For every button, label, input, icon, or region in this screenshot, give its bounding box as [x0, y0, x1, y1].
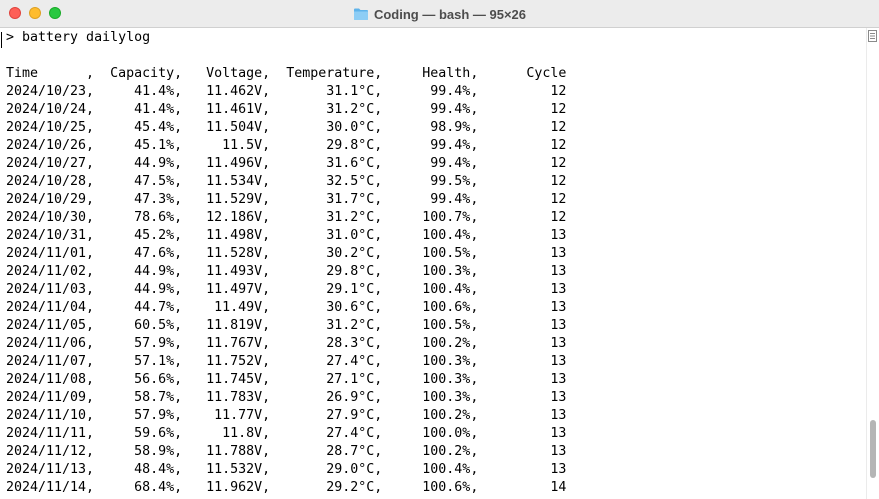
- table-row: 2024/11/02, 44.9%, 11.493V, 29.8°C, 100.…: [6, 264, 567, 279]
- terminal-window: Coding — bash — 95×26 > battery dailylog…: [0, 0, 879, 499]
- table-row: 2024/11/13, 48.4%, 11.532V, 29.0°C, 100.…: [6, 462, 567, 477]
- folder-icon: [353, 6, 369, 22]
- table-row: 2024/10/26, 45.1%, 11.5V, 29.8°C, 99.4%,…: [6, 138, 567, 153]
- window-title-group: Coding — bash — 95×26: [0, 0, 879, 28]
- table-row: 2024/10/31, 45.2%, 11.498V, 31.0°C, 100.…: [6, 228, 567, 243]
- vertical-scrollbar[interactable]: [866, 28, 879, 499]
- marks-icon[interactable]: [868, 30, 877, 42]
- table-row: 2024/10/24, 41.4%, 11.461V, 31.2°C, 99.4…: [6, 102, 567, 117]
- table-row: 2024/11/01, 47.6%, 11.528V, 30.2°C, 100.…: [6, 246, 567, 261]
- window-title: Coding — bash — 95×26: [373, 6, 527, 22]
- prompt: >: [6, 30, 23, 45]
- prompt-marker: [1, 32, 2, 48]
- table-row: 2024/11/06, 57.9%, 11.767V, 28.3°C, 100.…: [6, 336, 567, 351]
- table-header: Time , Capacity, Voltage, Temperature, H…: [6, 66, 567, 81]
- table-row: 2024/11/10, 57.9%, 11.77V, 27.9°C, 100.2…: [6, 408, 567, 423]
- table-row: 2024/10/29, 47.3%, 11.529V, 31.7°C, 99.4…: [6, 192, 567, 207]
- table-row: 2024/11/09, 58.7%, 11.783V, 26.9°C, 100.…: [6, 390, 567, 405]
- command-text: battery dailylog: [22, 30, 151, 45]
- title-bar[interactable]: Coding — bash — 95×26: [0, 0, 879, 28]
- table-row: 2024/10/30, 78.6%, 12.186V, 31.2°C, 100.…: [6, 210, 567, 225]
- table-row: 2024/11/14, 68.4%, 11.962V, 29.2°C, 100.…: [6, 480, 567, 495]
- table-row: 2024/10/27, 44.9%, 11.496V, 31.6°C, 99.4…: [6, 156, 567, 171]
- table-row: 2024/11/07, 57.1%, 11.752V, 27.4°C, 100.…: [6, 354, 567, 369]
- table-row: 2024/10/25, 45.4%, 11.504V, 30.0°C, 98.9…: [6, 120, 567, 135]
- table-row: 2024/11/12, 58.9%, 11.788V, 28.7°C, 100.…: [6, 444, 567, 459]
- table-row: 2024/11/08, 56.6%, 11.745V, 27.1°C, 100.…: [6, 372, 567, 387]
- scroll-thumb[interactable]: [870, 420, 876, 478]
- command-line: > battery dailylog: [6, 29, 150, 47]
- table-row: 2024/11/04, 44.7%, 11.49V, 30.6°C, 100.6…: [6, 300, 567, 315]
- table-row: 2024/11/05, 60.5%, 11.819V, 31.2°C, 100.…: [6, 318, 567, 333]
- table-row: 2024/10/23, 41.4%, 11.462V, 31.1°C, 99.4…: [6, 84, 567, 99]
- terminal-output[interactable]: > battery dailylog Time , Capacity, Volt…: [0, 28, 866, 499]
- table-row: 2024/10/28, 47.5%, 11.534V, 32.5°C, 99.5…: [6, 174, 567, 189]
- table-row: 2024/11/03, 44.9%, 11.497V, 29.1°C, 100.…: [6, 282, 567, 297]
- table-row: 2024/11/11, 59.6%, 11.8V, 27.4°C, 100.0%…: [6, 426, 567, 441]
